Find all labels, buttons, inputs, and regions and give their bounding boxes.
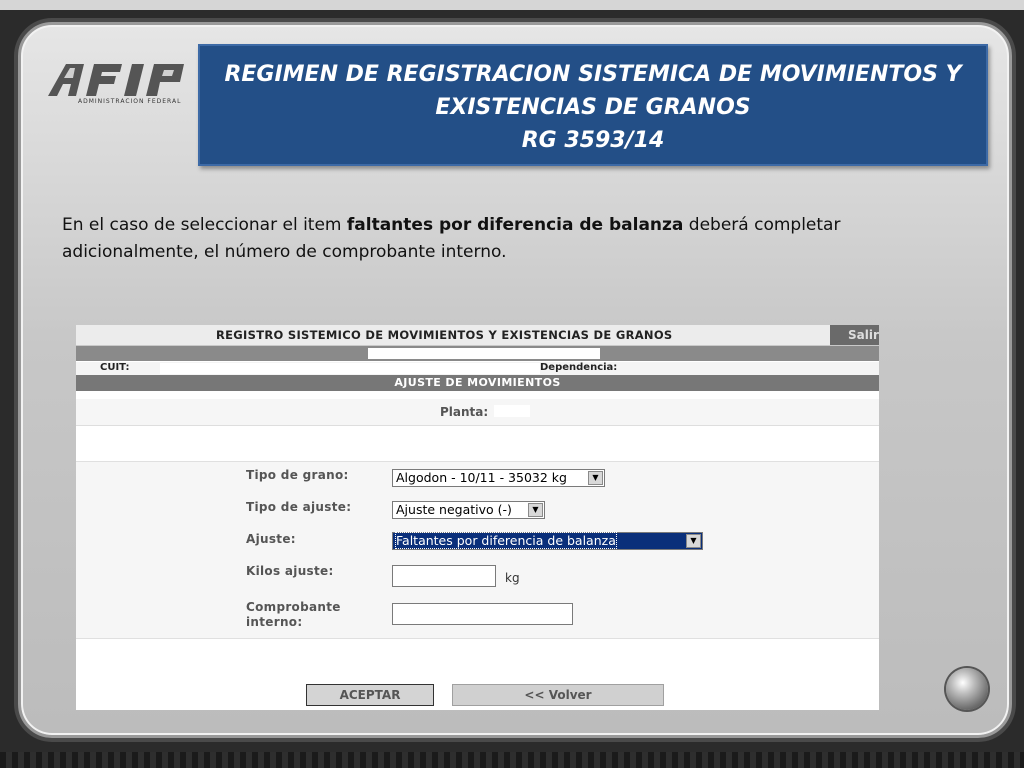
- user-name-field: [368, 348, 600, 359]
- title-line-2: EXISTENCIAS DE GRANOS: [435, 95, 751, 120]
- slide-body-text: En el caso de seleccionar el item faltan…: [62, 212, 902, 266]
- chevron-down-icon[interactable]: ▼: [528, 503, 543, 517]
- comprobante-label-line1: Comprobante: [246, 600, 341, 614]
- cuit-label: CUIT:: [100, 362, 130, 373]
- tipo-grano-select[interactable]: Algodon - 10/11 - 35032 kg ▼: [392, 469, 605, 487]
- tipo-ajuste-label: Tipo de ajuste:: [246, 500, 352, 514]
- app-header-title: REGISTRO SISTEMICO DE MOVIMIENTOS Y EXIS…: [216, 328, 673, 342]
- body-part-1: En el caso de seleccionar el item: [62, 215, 347, 235]
- section-title: AJUSTE DE MOVIMIENTOS: [76, 375, 879, 391]
- tipo-ajuste-select[interactable]: Ajuste negativo (-) ▼: [392, 501, 545, 519]
- title-line-3: RG 3593/14: [521, 128, 665, 153]
- comprobante-label-line2: interno:: [246, 615, 303, 629]
- volver-button[interactable]: << Volver: [452, 684, 664, 706]
- aceptar-button[interactable]: ACEPTAR: [306, 684, 434, 706]
- ajuste-label: Ajuste:: [246, 532, 296, 546]
- top-stripe: [0, 0, 1024, 10]
- dependencia-label: Dependencia:: [540, 362, 618, 373]
- bottom-stripe: [0, 752, 1024, 768]
- body-bold: faltantes por diferencia de balanza: [346, 215, 684, 235]
- tipo-grano-label: Tipo de grano:: [246, 468, 349, 482]
- tipo-grano-value: Algodon - 10/11 - 35032 kg: [396, 470, 567, 485]
- kilos-unit: kg: [505, 571, 520, 585]
- planta-label: Planta:: [440, 405, 489, 419]
- nav-button[interactable]: [946, 668, 988, 710]
- ajuste-select[interactable]: Faltantes por diferencia de balanza ▼: [392, 532, 703, 550]
- comprobante-interno-input[interactable]: [392, 603, 573, 625]
- ajuste-value: Faltantes por diferencia de balanza: [395, 532, 617, 549]
- chevron-down-icon[interactable]: ▼: [588, 471, 603, 485]
- planta-row: Planta:: [76, 399, 879, 426]
- slide-title: REGIMEN DE REGISTRACION SISTEMICA DE MOV…: [198, 44, 988, 166]
- kilos-ajuste-input[interactable]: [392, 565, 496, 587]
- app-header: REGISTRO SISTEMICO DE MOVIMIENTOS Y EXIS…: [76, 325, 879, 346]
- cuit-value: [160, 363, 540, 374]
- app-window: REGISTRO SISTEMICO DE MOVIMIENTOS Y EXIS…: [76, 325, 879, 710]
- logo-subtext: ADMINISTRACION FEDERAL: [78, 98, 182, 105]
- title-line-1: REGIMEN DE REGISTRACION SISTEMICA DE MOV…: [224, 62, 962, 87]
- salir-link[interactable]: Salir: [830, 325, 879, 345]
- info-bar: CUIT: Dependencia:: [76, 362, 879, 375]
- planta-value: [494, 405, 530, 417]
- kilos-ajuste-label: Kilos ajuste:: [246, 564, 334, 578]
- tipo-ajuste-value: Ajuste negativo (-): [396, 502, 512, 517]
- chevron-down-icon[interactable]: ▼: [686, 534, 701, 548]
